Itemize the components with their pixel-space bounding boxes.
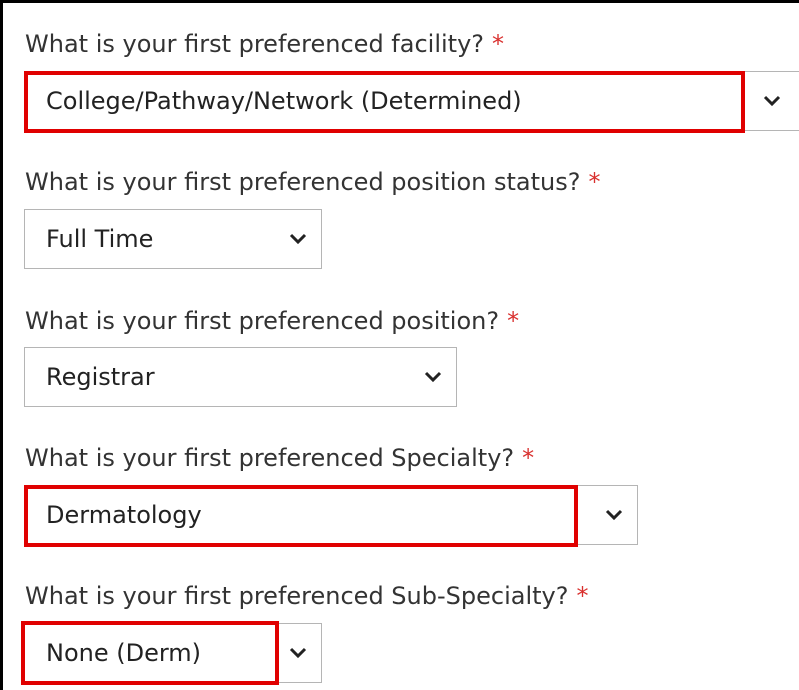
sub-specialty-select-value: None (Derm) (46, 639, 202, 667)
sub-specialty-select[interactable]: None (Derm) (24, 623, 322, 683)
form-panel: What is your first preferenced facility?… (0, 0, 799, 690)
required-asterisk: * (522, 444, 535, 472)
position-select[interactable]: Registrar (24, 347, 457, 407)
chevron-down-icon (424, 371, 442, 383)
sub-specialty-label-text: What is your first preferenced Sub-Speci… (25, 582, 569, 610)
specialty-label-text: What is your first preferenced Specialty… (25, 444, 515, 472)
specialty-select[interactable]: Dermatology (24, 485, 638, 545)
position-status-select-value: Full Time (46, 225, 154, 253)
chevron-down-icon (289, 647, 307, 659)
required-asterisk: * (588, 168, 601, 196)
position-status-select[interactable]: Full Time (24, 209, 322, 269)
required-asterisk: * (507, 307, 520, 335)
required-asterisk: * (576, 582, 589, 610)
specialty-label: What is your first preferenced Specialty… (25, 444, 534, 472)
position-status-label: What is your first preferenced position … (25, 168, 600, 196)
position-label: What is your first preferenced position?… (25, 307, 519, 335)
position-select-value: Registrar (46, 363, 155, 391)
facility-select[interactable]: College/Pathway/Network (Determined) (24, 71, 799, 131)
chevron-down-icon (289, 233, 307, 245)
position-label-text: What is your first preferenced position? (25, 307, 500, 335)
position-status-label-text: What is your first preferenced position … (25, 168, 581, 196)
chevron-down-icon (763, 95, 781, 107)
specialty-select-value: Dermatology (46, 501, 202, 529)
sub-specialty-label: What is your first preferenced Sub-Speci… (25, 582, 588, 610)
facility-label-text: What is your first preferenced facility? (25, 30, 485, 58)
chevron-down-icon (605, 509, 623, 521)
required-asterisk: * (492, 30, 505, 58)
facility-select-value: College/Pathway/Network (Determined) (46, 87, 522, 115)
facility-label: What is your first preferenced facility?… (25, 30, 504, 58)
